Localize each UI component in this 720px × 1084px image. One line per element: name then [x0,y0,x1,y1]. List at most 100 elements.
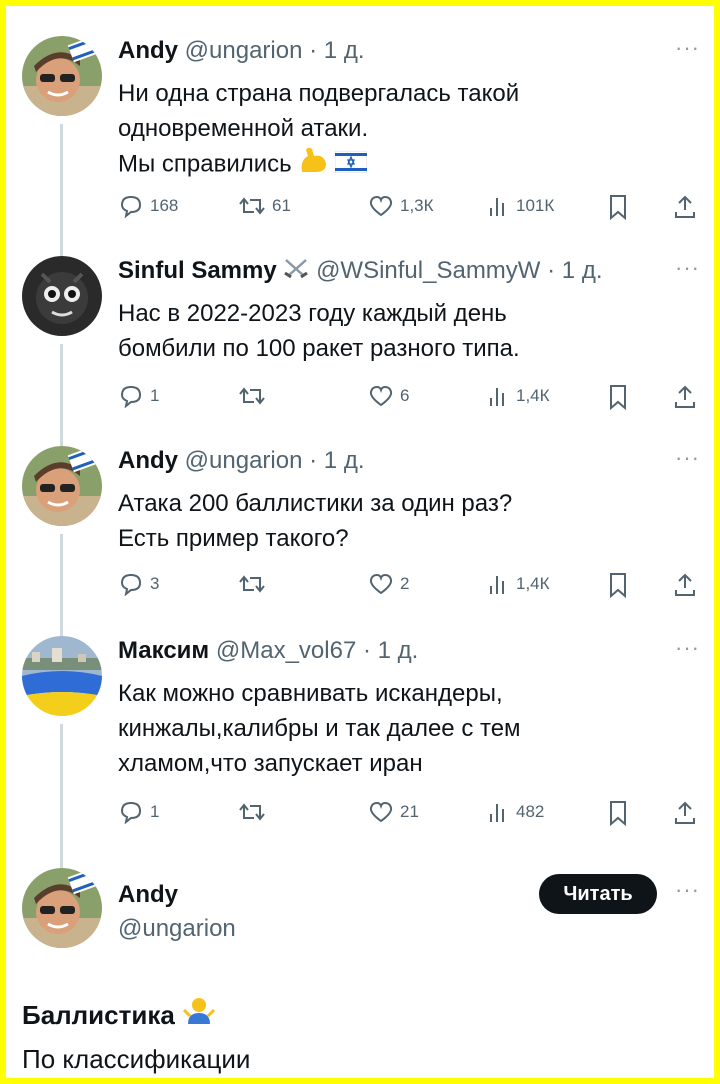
views-button[interactable]: 482 [488,800,544,824]
views-icon [488,194,510,218]
bookmark-icon [608,384,628,410]
like-button[interactable]: 1,3К [368,194,434,218]
author-handle[interactable]: @Max_vol67 [216,637,356,664]
tweet-actions: 1 21 482 [118,800,698,830]
like-count: 1,3К [400,196,434,215]
author-handle[interactable]: @WSinful_SammyW [316,257,540,284]
bookmark-button[interactable] [608,384,628,410]
separator: · [362,637,371,664]
like-button[interactable]: 6 [368,384,409,408]
views-count: 101К [516,196,555,215]
timestamp[interactable]: 1 д. [324,447,365,474]
tweet-line: Атака 200 баллистики за один раз? [118,490,513,517]
reply-button[interactable]: 1 [118,384,159,408]
bookmark-button[interactable] [608,194,628,220]
retweet-icon [238,194,266,218]
post-line: По классификации [22,1044,251,1075]
tweet-text: Нас в 2022-2023 году каждый день бомбили… [118,296,520,366]
avatar-sinful-sammy[interactable] [22,256,102,336]
views-icon [488,800,510,824]
reply-count: 3 [150,574,160,593]
tweet-header: Sinful Sammy @WSinful_SammyW · 1 д. [118,256,602,287]
like-count: 2 [400,574,410,593]
retweet-button[interactable] [238,800,272,824]
views-icon [488,572,510,596]
tweet-line: Нас в 2022-2023 году каждый день [118,300,507,327]
views-button[interactable]: 1,4К [488,572,550,596]
author-handle[interactable]: @ungarion [185,37,303,64]
author-handle[interactable]: @ungarion [185,447,303,474]
like-icon [368,572,394,596]
more-options-icon[interactable]: ··· [675,256,700,280]
share-icon [674,572,696,598]
like-button[interactable]: 2 [368,572,409,596]
like-icon [368,384,394,408]
thread-line [60,534,63,644]
separator: · [309,37,318,64]
like-button[interactable]: 21 [368,800,419,824]
reply-button[interactable]: 1 [118,800,159,824]
views-count: 1,4К [516,386,550,405]
follow-button[interactable]: Читать [539,874,657,914]
reply-button[interactable]: 3 [118,572,159,596]
post-line: Баллистика [22,994,250,1038]
author-name[interactable]: Andy [118,447,178,474]
like-icon [368,194,394,218]
shrugging-emoji [182,996,216,1038]
author-name[interactable]: Sinful Sammy [118,257,277,284]
retweet-icon [238,572,266,596]
reply-button[interactable]: 168 [118,194,178,218]
timestamp[interactable]: 1 д. [378,637,419,664]
reply-icon [118,800,144,824]
flexed-biceps-emoji [298,146,328,184]
tweet-actions: 168 61 1,3К 101К [118,194,698,224]
timestamp[interactable]: 1 д. [324,37,365,64]
reply-count: 1 [150,802,160,821]
avatar-andy[interactable] [22,36,102,116]
main-post[interactable]: Andy @ungarion Читать ··· Баллистика По … [6,868,714,1078]
author-name[interactable]: Andy [118,878,236,912]
tweet-4[interactable]: Максим @Max_vol67 · 1 д. ··· Как можно с… [6,636,714,874]
retweet-icon [238,800,266,824]
crossed-swords-emoji [283,257,309,287]
more-options-icon[interactable]: ··· [675,36,700,60]
share-icon [674,800,696,826]
avatar-maksim[interactable] [22,636,102,716]
tweet-line: Есть пример такого? [118,525,349,552]
more-options-icon[interactable]: ··· [675,446,700,470]
tweet-2[interactable]: Sinful Sammy @WSinful_SammyW · 1 д. ··· … [6,256,714,454]
share-button[interactable] [674,572,696,598]
share-button[interactable] [674,384,696,410]
more-options-icon[interactable]: ··· [675,878,700,902]
bookmark-icon [608,800,628,826]
timestamp[interactable]: 1 д. [562,257,603,284]
author-name[interactable]: Максим [118,637,209,664]
tweet-text: Ни одна страна подвергалась такой одновр… [118,76,519,184]
views-button[interactable]: 1,4К [488,384,550,408]
share-button[interactable] [674,194,696,220]
tweet-line: хламом,что запускает иран [118,750,423,777]
separator: · [547,257,556,284]
retweet-button[interactable] [238,572,272,596]
main-post-text: Баллистика По классификации [22,994,250,1078]
tweet-header: Максим @Max_vol67 · 1 д. [118,636,418,666]
share-button[interactable] [674,800,696,826]
retweet-button[interactable] [238,384,272,408]
tweet-3[interactable]: Andy @ungarion · 1 д. ··· Атака 200 балл… [6,446,714,644]
tweet-1[interactable]: Andy @ungarion · 1 д. ··· Ни одна страна… [6,36,714,274]
avatar-andy[interactable] [22,446,102,526]
bookmark-button[interactable] [608,800,628,826]
bookmark-button[interactable] [608,572,628,598]
like-icon [368,800,394,824]
tweet-header: Andy @ungarion · 1 д. [118,446,364,476]
tweet-line: бомбили по 100 ракет разного типа. [118,335,520,362]
views-icon [488,384,510,408]
more-options-icon[interactable]: ··· [675,636,700,660]
author-name[interactable]: Andy [118,37,178,64]
views-count: 1,4К [516,574,550,593]
avatar-andy[interactable] [22,868,102,948]
retweet-button[interactable]: 61 [238,194,291,218]
author-handle[interactable]: @ungarion [118,912,236,946]
views-button[interactable]: 101К [488,194,554,218]
tweet-line: Мы справились [118,146,519,184]
